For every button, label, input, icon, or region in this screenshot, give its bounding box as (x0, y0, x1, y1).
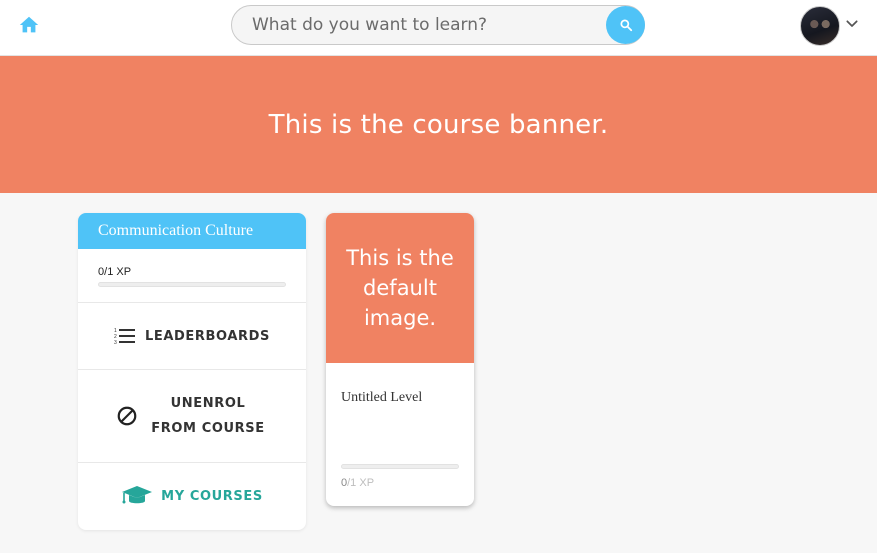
svg-text:3: 3 (114, 340, 117, 345)
user-avatar[interactable] (800, 6, 840, 46)
course-title: Communication Culture (78, 213, 306, 249)
course-banner: This is the course banner. (0, 56, 877, 193)
leaderboards-button[interactable]: 1 2 3 LEADERBOARDS (78, 303, 306, 370)
course-xp-text: 0/1 XP (98, 266, 132, 278)
banner-text: This is the course banner. (268, 109, 609, 140)
course-xp: 0/1 XP (78, 249, 306, 303)
block-icon (116, 405, 138, 427)
my-courses-label: MY COURSES (161, 488, 263, 504)
search-bar (231, 5, 645, 45)
search-input[interactable] (252, 6, 602, 44)
top-bar (0, 0, 877, 56)
leaderboards-label: LEADERBOARDS (145, 328, 270, 344)
level-xp-text: 0/1 XP (341, 477, 375, 489)
list-icon: 1 2 3 (114, 327, 136, 345)
course-sidebar-card: Communication Culture 0/1 XP 1 2 3 LEADE… (78, 213, 306, 530)
level-xp-bar (341, 464, 459, 469)
chevron-down-icon[interactable] (844, 16, 860, 32)
course-xp-bar (98, 282, 286, 287)
unenrol-button[interactable]: UNENROL FROM COURSE (78, 370, 306, 463)
level-card[interactable]: This is the default image. Untitled Leve… (326, 213, 474, 506)
level-image-text: This is the default image. (346, 246, 454, 330)
level-image: This is the default image. (326, 213, 474, 363)
search-icon (619, 19, 632, 32)
my-courses-button[interactable]: MY COURSES (78, 463, 306, 529)
graduation-cap-icon (121, 485, 153, 507)
unenrol-label: UNENROL FROM COURSE (151, 396, 265, 436)
level-title: Untitled Level (341, 390, 423, 405)
home-icon[interactable] (18, 14, 40, 36)
search-button[interactable] (606, 6, 645, 44)
